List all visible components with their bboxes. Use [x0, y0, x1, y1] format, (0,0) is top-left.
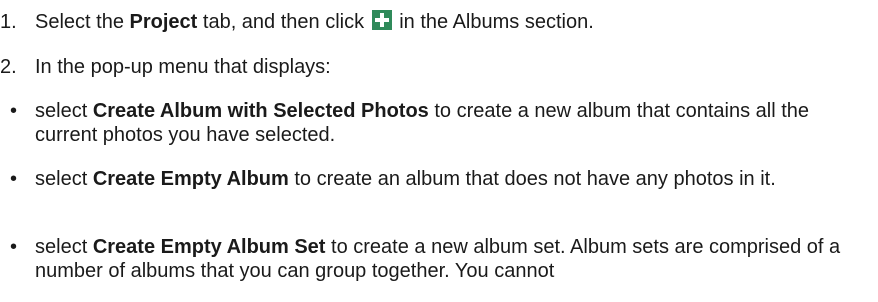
bullet-text: select Create Empty Album to create an a…	[35, 168, 776, 190]
bullet-text: select Create Empty Album Set to create …	[35, 236, 841, 282]
menu-option-label: Create Empty Album Set	[92, 236, 326, 258]
menu-option-label: Create Album with Selected Photos	[92, 100, 429, 122]
step-1-text: Select the Project tab, and then click i…	[35, 10, 594, 33]
step-2-text: In the pop-up menu that displays:	[35, 56, 331, 78]
step-1: 1. Select the Project tab, and then click…	[0, 10, 594, 34]
bullet-text: select Create Album with Selected Photos…	[35, 100, 810, 146]
step-1-number: 1.	[0, 11, 17, 33]
plus-icon	[371, 10, 392, 30]
bullet-marker: •	[10, 168, 18, 190]
step-2-number: 2.	[0, 56, 17, 78]
bullet-marker: •	[10, 236, 18, 258]
project-tab-label: Project	[129, 11, 198, 33]
menu-option-label: Create Empty Album	[92, 168, 289, 190]
bullet-marker: •	[10, 100, 18, 122]
step-2: 2. In the pop-up menu that displays:	[0, 55, 331, 79]
